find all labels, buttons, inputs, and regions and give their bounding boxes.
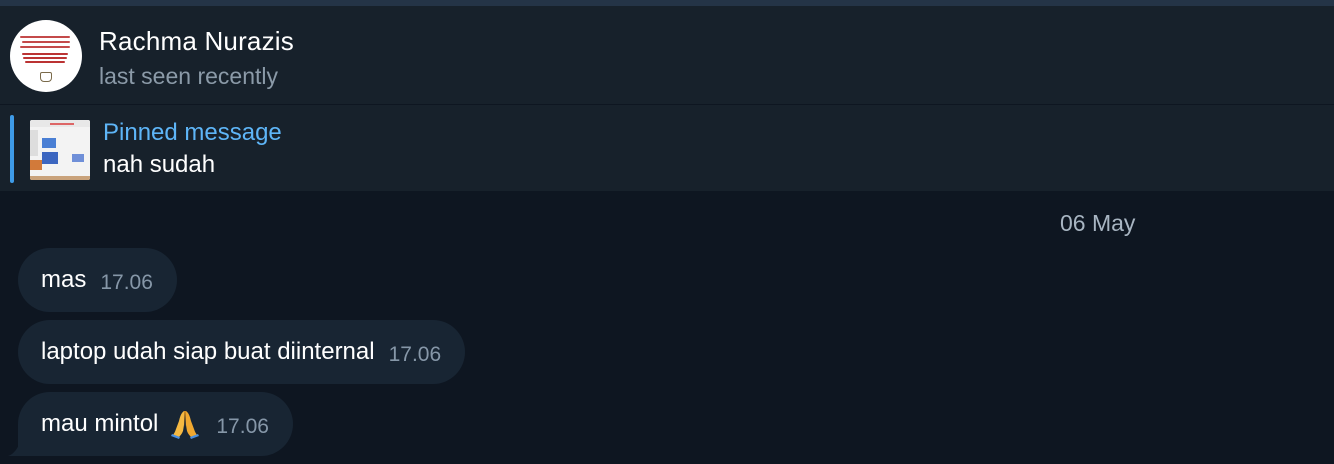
thumb-art	[30, 176, 90, 180]
pinned-message-bar[interactable]: Pinned message nah sudah	[0, 105, 1334, 192]
message-bubble[interactable]: laptop udah siap buat diinternal 17.06	[18, 320, 466, 384]
contact-avatar[interactable]	[10, 20, 82, 92]
folded-hands-icon	[171, 411, 200, 439]
avatar-logo-icon	[40, 72, 52, 82]
message-text: laptop udah siap buat diinternal	[41, 338, 375, 365]
message-bubble[interactable]: mau mintol 17.06	[18, 392, 293, 456]
thumb-art	[30, 160, 42, 170]
avatar-art	[25, 61, 65, 63]
pinned-title: Pinned message	[103, 119, 282, 146]
message-bubble[interactable]: mas 17.06	[18, 248, 177, 312]
pinned-thumbnail	[30, 120, 90, 180]
pinned-text: nah sudah	[103, 151, 216, 178]
thumb-art	[50, 123, 74, 125]
avatar-art	[23, 57, 67, 59]
date-separator: 06 May	[1060, 210, 1136, 236]
avatar-art	[20, 46, 70, 48]
avatar-art	[22, 41, 70, 43]
thumb-art	[42, 138, 56, 148]
chat-header[interactable]: Rachma Nurazis last seen recently	[0, 6, 1334, 105]
bubble-tail	[8, 442, 28, 456]
thumb-art	[72, 154, 84, 162]
contact-name[interactable]: Rachma Nurazis	[99, 26, 294, 57]
avatar-art	[20, 36, 70, 38]
message-text: mau mintol	[41, 410, 159, 437]
thumb-art	[30, 130, 38, 156]
message-time: 17.06	[388, 342, 442, 366]
thumb-art	[42, 152, 58, 164]
message-list[interactable]: 06 May mas 17.06 laptop udah siap buat d…	[0, 192, 1334, 464]
avatar-art	[22, 53, 68, 55]
contact-status: last seen recently	[99, 63, 278, 89]
message-time: 17.06	[216, 414, 269, 438]
pinned-accent-bar	[10, 115, 14, 183]
message-time: 17.06	[100, 270, 153, 294]
message-text: mas	[41, 266, 87, 293]
